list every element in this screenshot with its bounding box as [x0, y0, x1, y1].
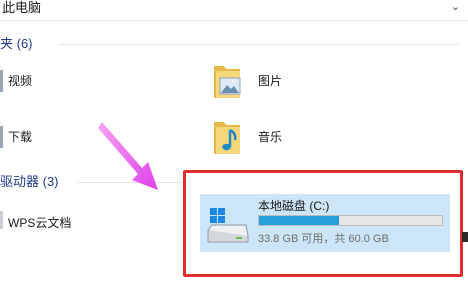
music-folder-icon: [214, 122, 240, 154]
download-folder-icon: [0, 126, 3, 148]
folder-item-music[interactable]: 音乐: [258, 130, 282, 144]
folder-label: 视频: [8, 74, 33, 88]
drive-label: WPS云文档: [8, 216, 72, 230]
folder-label: 音乐: [258, 130, 283, 144]
drives-section-header[interactable]: 驱动器 (3): [0, 174, 59, 190]
video-folder-icon: [0, 70, 3, 92]
highlight-box: [183, 170, 463, 277]
folder-item-download[interactable]: 下载: [8, 130, 32, 144]
scroll-indicator: [462, 232, 468, 242]
folder-item-pictures[interactable]: 图片: [258, 74, 282, 88]
chevron-down-icon[interactable]: ⌄: [451, 0, 460, 14]
drive-item-wps[interactable]: WPS云文档: [8, 216, 71, 230]
folders-section-title: 夹 (6): [0, 36, 33, 51]
address-path[interactable]: 此电脑: [2, 0, 41, 16]
folders-section-header[interactable]: 夹 (6): [0, 36, 33, 52]
folder-label: 图片: [258, 74, 283, 88]
cloud-drive-icon: [0, 211, 3, 229]
folder-item-video[interactable]: 视频: [8, 74, 32, 88]
address-bar[interactable]: 此电脑 ⌄: [0, 0, 468, 21]
drives-section-title: 驱动器 (3): [0, 174, 59, 189]
annotation-arrow: [98, 122, 158, 190]
folder-label: 下载: [8, 130, 33, 144]
section-divider: [58, 44, 458, 45]
pictures-folder-icon: [214, 66, 241, 98]
